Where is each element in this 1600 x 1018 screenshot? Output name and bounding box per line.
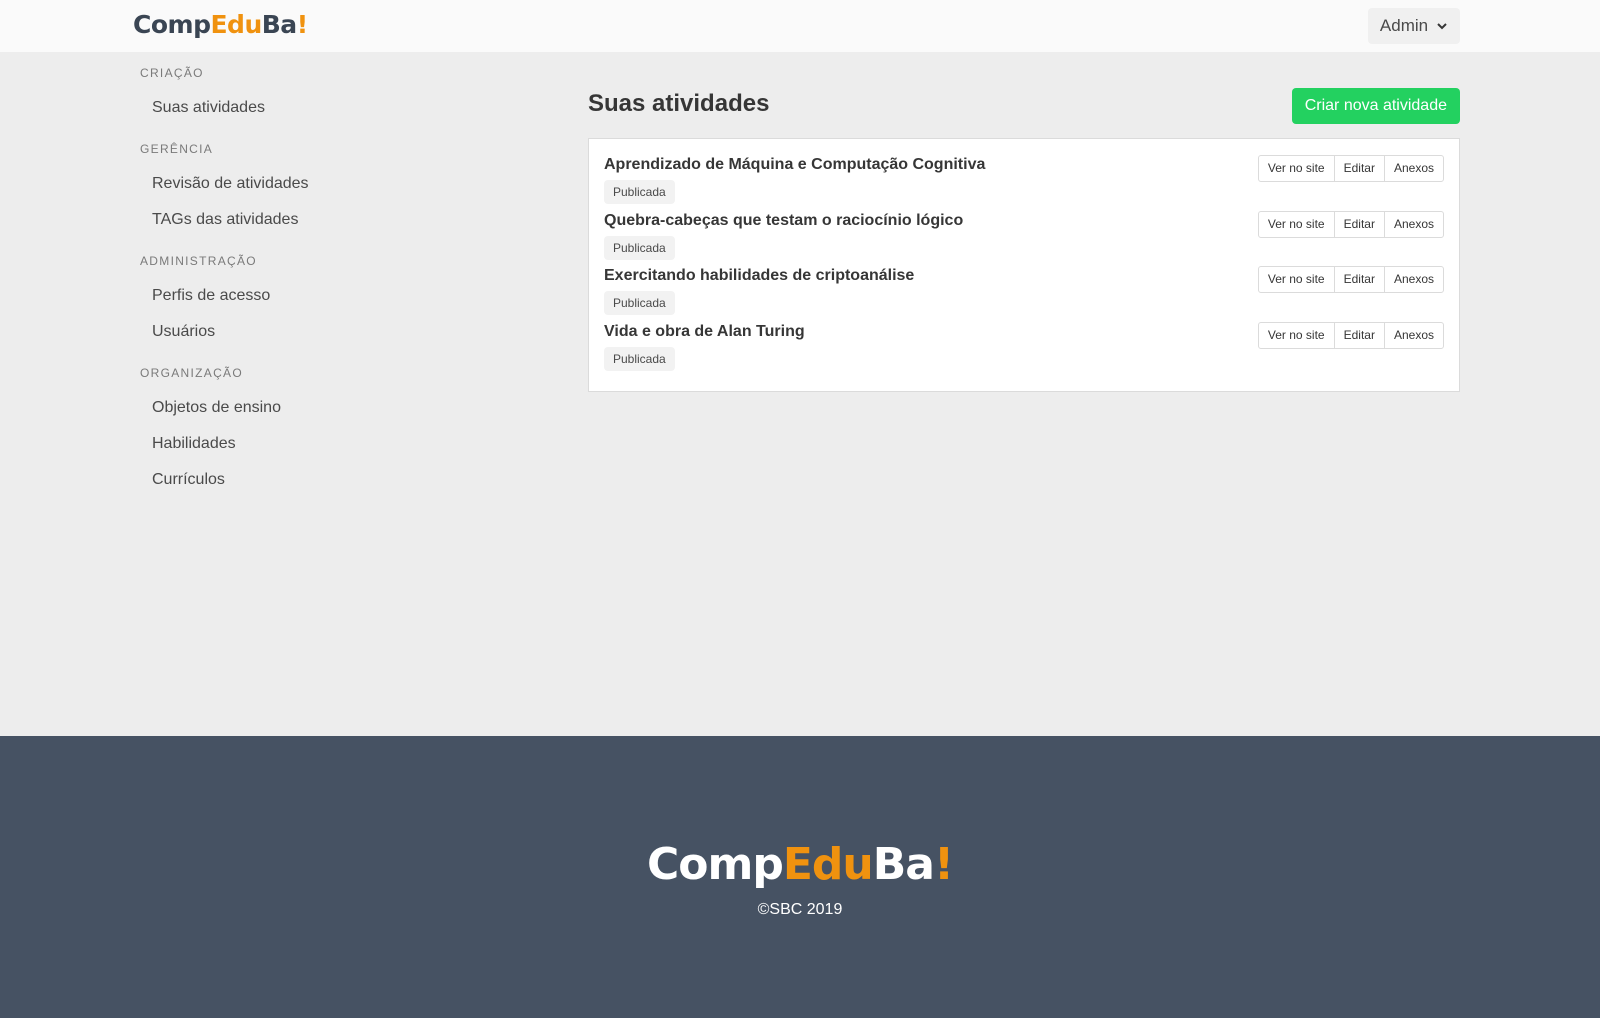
menu-section-organizacao: ORGANIZAÇÃO: [140, 366, 243, 380]
logo-part-comp: Comp: [133, 10, 211, 39]
sidebar-item-suas-atividades[interactable]: Suas atividades: [140, 90, 440, 126]
status-badge: Publicada: [604, 346, 675, 371]
attachments-button[interactable]: Anexos: [1383, 210, 1444, 238]
menu-list-gerencia: Revisão de atividades TAGs das atividade…: [140, 166, 440, 238]
activity-actions: Ver no site Editar Anexos: [1257, 210, 1444, 238]
logo-part-edu: Edu: [210, 10, 262, 39]
activity-actions: Ver no site Editar Anexos: [1257, 266, 1444, 293]
status-badge: Publicada: [604, 235, 675, 260]
sidebar-item-usuarios[interactable]: Usuários: [140, 314, 440, 350]
top-navbar: CompEduBa! Admin: [0, 0, 1600, 52]
user-menu-button[interactable]: Admin: [1368, 8, 1460, 44]
menu-list-criacao: Suas atividades: [140, 90, 440, 126]
sidebar-item-revisao-de-atividades[interactable]: Revisão de atividades: [140, 166, 440, 202]
view-on-site-button[interactable]: Ver no site: [1257, 155, 1335, 182]
list-item: Vida e obra de Alan Turing Publicada Ver…: [604, 320, 1444, 376]
sidebar-item-curriculos[interactable]: Currículos: [140, 462, 440, 498]
sidebar-item-perfis-de-acesso[interactable]: Perfis de acesso: [140, 278, 440, 314]
sidebar-item-habilidades[interactable]: Habilidades: [140, 426, 440, 462]
menu-section-administracao: ADMINISTRAÇÃO: [140, 254, 257, 268]
activity-list: Aprendizado de Máquina e Computação Cogn…: [588, 138, 1460, 392]
logo-part-exclaim: !: [296, 10, 308, 39]
sidebar-item-objetos-de-ensino[interactable]: Objetos de ensino: [140, 390, 440, 426]
logo-part-ba: Ba: [261, 10, 297, 39]
edit-button[interactable]: Editar: [1333, 210, 1385, 238]
attachments-button[interactable]: Anexos: [1383, 266, 1444, 293]
status-badge: Publicada: [604, 291, 675, 315]
menu-list-administracao: Perfis de acesso Usuários: [140, 278, 440, 350]
list-item: Quebra-cabeças que testam o raciocínio l…: [604, 209, 1444, 265]
logo-part-exclaim: !: [933, 839, 954, 890]
list-item: Exercitando habilidades de criptoanálise…: [604, 264, 1444, 320]
brand-logo[interactable]: CompEduBa!: [133, 9, 308, 41]
page-title: Suas atividades: [588, 90, 770, 117]
attachments-button[interactable]: Anexos: [1383, 155, 1444, 182]
activity-actions: Ver no site Editar Anexos: [1257, 321, 1444, 349]
user-menu-label: Admin: [1379, 16, 1429, 35]
view-on-site-button[interactable]: Ver no site: [1257, 321, 1335, 349]
edit-button[interactable]: Editar: [1333, 321, 1385, 349]
list-item: Aprendizado de Máquina e Computação Cogn…: [604, 153, 1444, 209]
menu-section-gerencia: GERÊNCIA: [140, 142, 214, 156]
sidebar-item-tags-das-atividades[interactable]: TAGs das atividades: [140, 202, 440, 238]
chevron-down-icon: [1437, 23, 1447, 30]
view-on-site-button[interactable]: Ver no site: [1257, 210, 1335, 238]
page-footer: CompEduBa! ©SBC 2019: [0, 736, 1600, 1018]
logo-part-comp: Comp: [646, 839, 784, 890]
activity-actions: Ver no site Editar Anexos: [1257, 155, 1444, 182]
attachments-button[interactable]: Anexos: [1383, 321, 1444, 349]
copyright-text: ©SBC 2019: [757, 901, 843, 918]
create-activity-button[interactable]: Criar nova atividade: [1291, 88, 1460, 124]
edit-button[interactable]: Editar: [1333, 155, 1385, 182]
logo-part-edu: Edu: [782, 839, 874, 890]
edit-button[interactable]: Editar: [1333, 266, 1385, 293]
menu-list-organizacao: Objetos de ensino Habilidades Currículos: [140, 390, 440, 498]
status-badge: Publicada: [604, 180, 675, 204]
footer-logo: CompEduBa!: [0, 835, 1600, 895]
view-on-site-button[interactable]: Ver no site: [1257, 266, 1335, 293]
logo-part-ba: Ba: [872, 839, 935, 890]
sidebar-menu: CRIAÇÃO Suas atividades GERÊNCIA Revisão…: [140, 64, 440, 512]
menu-section-criacao: CRIAÇÃO: [140, 66, 204, 80]
